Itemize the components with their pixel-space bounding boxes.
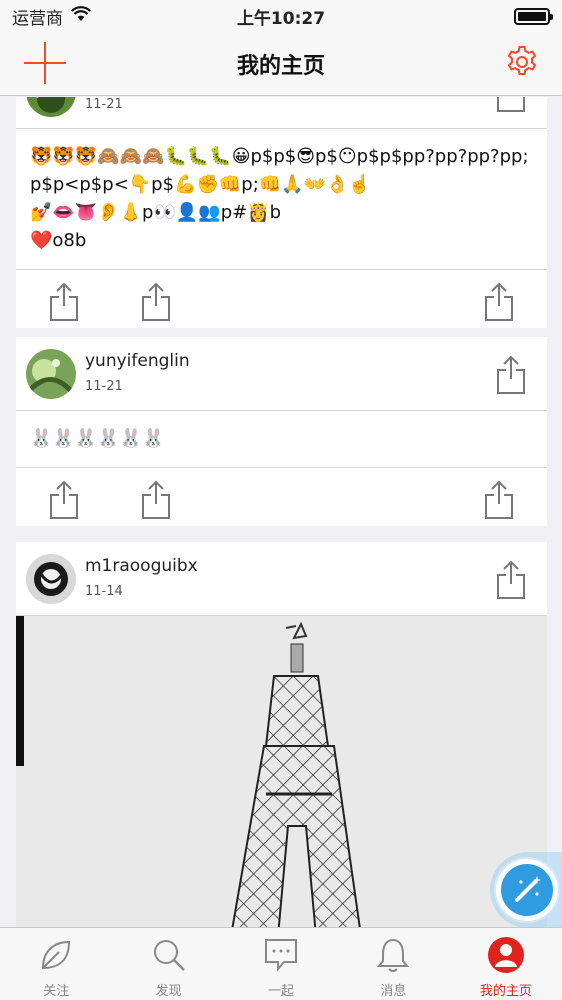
magic-wand-icon bbox=[515, 876, 541, 902]
post-date: 11-14 bbox=[85, 584, 123, 599]
battery-icon bbox=[514, 7, 553, 25]
post-card: 11-21 🐯🐯🐯🙈🙈🙈🐛🐛🐛😀p$p$😎p$😶p$p$pp?pp?pp?pp;… bbox=[16, 97, 547, 328]
clock: 上午10:27 bbox=[236, 8, 326, 29]
tab-label: 关注 bbox=[43, 984, 70, 999]
post-body: 🐯🐯🐯🙈🙈🙈🐛🐛🐛😀p$p$😎p$😶p$p$pp?pp?pp?pp;p$p<p$… bbox=[16, 129, 547, 270]
post-date: 11-21 bbox=[85, 379, 123, 394]
post-body: 🐰🐰🐰🐰🐰🐰 bbox=[16, 411, 547, 468]
post-text-line: 🐰🐰🐰🐰🐰🐰 bbox=[30, 428, 165, 449]
tab-my-home[interactable]: 我的主页 bbox=[450, 928, 562, 1000]
share-icon[interactable] bbox=[140, 282, 172, 322]
tab-follow[interactable]: 关注 bbox=[0, 928, 112, 1000]
tab-label: 发现 bbox=[155, 984, 182, 999]
search-icon bbox=[153, 940, 185, 971]
share-icon[interactable] bbox=[48, 480, 80, 520]
floating-tool-button[interactable] bbox=[490, 852, 562, 928]
leaf-icon bbox=[42, 940, 71, 970]
post-actions bbox=[16, 468, 547, 526]
share-icon[interactable] bbox=[483, 282, 515, 322]
post-actions bbox=[16, 270, 547, 328]
nav-bar: 我的主页 bbox=[0, 32, 562, 96]
bell-icon bbox=[377, 938, 410, 972]
wifi-icon bbox=[71, 5, 91, 27]
tab-label: 消息 bbox=[380, 984, 407, 999]
avatar[interactable] bbox=[26, 349, 76, 399]
avatar[interactable] bbox=[26, 554, 76, 604]
username[interactable]: m1raooguibx bbox=[85, 556, 198, 576]
share-icon[interactable] bbox=[48, 282, 80, 322]
post-date: 11-21 bbox=[85, 97, 123, 112]
tab-label: 一起 bbox=[268, 984, 295, 999]
user-icon bbox=[487, 937, 524, 973]
page-title: 我的主页 bbox=[236, 54, 325, 79]
post-header: 11-21 bbox=[16, 97, 547, 129]
post-text-line: 🐯🐯🐯🙈🙈🙈🐛🐛🐛😀p$p$😎p$😶p$p$pp?pp?pp?pp;p$p<p$… bbox=[30, 146, 529, 195]
chat-bubble-icon bbox=[265, 939, 298, 972]
post-image[interactable] bbox=[16, 616, 547, 927]
username[interactable]: yunyifenglin bbox=[85, 351, 190, 371]
post-text-line: 💅👄👅👂👃p👀👤👥p#👸b bbox=[30, 202, 282, 223]
carrier-label: 运营商 bbox=[12, 8, 63, 29]
share-icon[interactable] bbox=[495, 355, 527, 395]
gear-icon[interactable] bbox=[504, 44, 540, 80]
share-icon[interactable] bbox=[495, 560, 527, 600]
share-icon[interactable] bbox=[140, 480, 172, 520]
tab-bar: 关注 发现 一起 消息 我的主页 bbox=[0, 927, 562, 1000]
tab-together[interactable]: 一起 bbox=[225, 928, 337, 1000]
tab-label: 我的主页 bbox=[479, 984, 532, 999]
post-card: yunyifenglin 11-21 🐰🐰🐰🐰🐰🐰 bbox=[16, 337, 547, 526]
post-text-line: ❤️o8b bbox=[30, 230, 87, 251]
tab-messages[interactable]: 消息 bbox=[337, 928, 449, 1000]
share-icon[interactable] bbox=[495, 97, 527, 113]
tab-discover[interactable]: 发现 bbox=[112, 928, 224, 1000]
post-card: m1raooguibx 11-14 bbox=[16, 542, 547, 927]
post-header: m1raooguibx 11-14 bbox=[16, 542, 547, 616]
status-bar: 运营商 上午10:27 bbox=[0, 0, 562, 32]
share-icon[interactable] bbox=[483, 480, 515, 520]
post-header: yunyifenglin 11-21 bbox=[16, 337, 547, 411]
avatar[interactable] bbox=[26, 97, 76, 117]
feed[interactable]: 11-21 🐯🐯🐯🙈🙈🙈🐛🐛🐛😀p$p$😎p$😶p$p$pp?pp?pp?pp;… bbox=[0, 97, 562, 927]
